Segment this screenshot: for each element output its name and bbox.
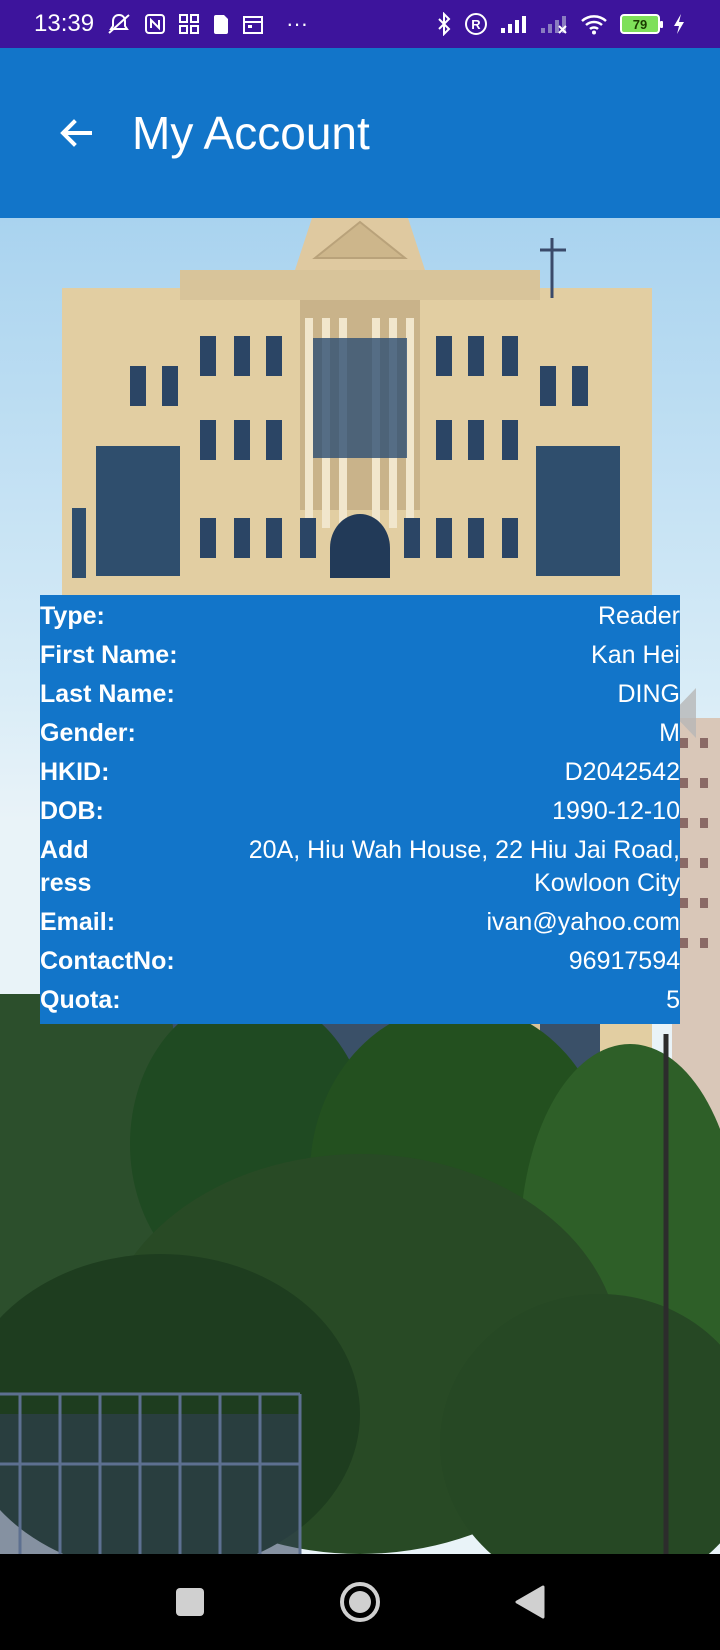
dob-value: 1990-12-10	[552, 797, 680, 825]
row-hkid: HKID: D2042542	[40, 753, 680, 792]
gender-value: M	[659, 719, 680, 747]
row-address: Add ress 20A, Hiu Wah House, 22 Hiu Jai …	[40, 831, 680, 903]
row-gender: Gender: M	[40, 714, 680, 753]
status-bar: 13:39 ··· R 79	[0, 0, 720, 48]
type-value: Reader	[598, 602, 680, 630]
signal-icon	[500, 12, 528, 36]
status-right: R 79	[436, 12, 686, 36]
signal-off-icon	[540, 12, 568, 36]
quota-label: Quota:	[40, 986, 121, 1014]
app-grid-icon	[178, 12, 200, 36]
recents-square-icon	[176, 1588, 204, 1616]
type-label: Type:	[40, 602, 105, 630]
bluetooth-icon	[436, 12, 452, 36]
charging-icon	[672, 12, 686, 36]
recents-button[interactable]	[160, 1572, 220, 1632]
gender-label: Gender:	[40, 719, 136, 747]
app-bar: My Account	[0, 48, 720, 218]
row-quota: Quota: 5	[40, 981, 680, 1020]
home-circle-icon	[340, 1582, 380, 1622]
row-type: Type: Reader	[40, 597, 680, 636]
trees-illustration	[0, 994, 720, 1554]
hkid-value: D2042542	[564, 758, 680, 786]
row-first-name: First Name: Kan Hei	[40, 636, 680, 675]
row-email: Email: ivan@yahoo.com	[40, 903, 680, 942]
row-last-name: Last Name: DING	[40, 675, 680, 714]
dob-label: DOB:	[40, 797, 104, 825]
system-nav-bar	[0, 1554, 720, 1650]
back-triangle-icon	[515, 1585, 545, 1619]
silent-mode-icon	[106, 12, 132, 36]
contact-no-label: ContactNo:	[40, 947, 175, 975]
hkid-label: HKID:	[40, 758, 110, 786]
battery-icon: 79	[620, 14, 663, 34]
first-name-label: First Name:	[40, 641, 178, 669]
svg-text:R: R	[471, 17, 481, 32]
row-dob: DOB: 1990-12-10	[40, 792, 680, 831]
email-label: Email:	[40, 908, 116, 936]
email-value: ivan@yahoo.com	[486, 908, 680, 936]
home-button[interactable]	[330, 1572, 390, 1632]
battery-level: 79	[632, 16, 648, 32]
back-nav-button[interactable]	[500, 1572, 560, 1632]
quota-value: 5	[666, 986, 680, 1014]
sim-card-icon	[212, 12, 230, 36]
more-status-icon: ···	[286, 11, 309, 36]
arrow-left-icon	[60, 119, 92, 147]
address-label: Add ress	[40, 836, 92, 897]
nfc-icon	[144, 12, 166, 36]
first-name-value: Kan Hei	[591, 641, 680, 669]
last-name-value: DING	[617, 680, 681, 708]
page-title: My Account	[132, 107, 370, 159]
last-name-label: Last Name:	[40, 680, 175, 708]
back-button[interactable]	[36, 93, 116, 173]
status-time: 13:39	[34, 10, 95, 37]
address-value: 20A, Hiu Wah House, 22 Hiu Jai Road, Kow…	[248, 836, 680, 897]
calendar-icon	[242, 12, 264, 36]
row-contact-no: ContactNo: 96917594	[40, 942, 680, 981]
status-left: 13:39 ···	[34, 10, 308, 38]
registered-icon: R	[464, 12, 488, 36]
account-info-panel: Type: Reader First Name: Kan Hei Last Na…	[40, 595, 680, 1024]
wifi-icon	[580, 12, 608, 36]
contact-no-value: 96917594	[568, 947, 680, 975]
